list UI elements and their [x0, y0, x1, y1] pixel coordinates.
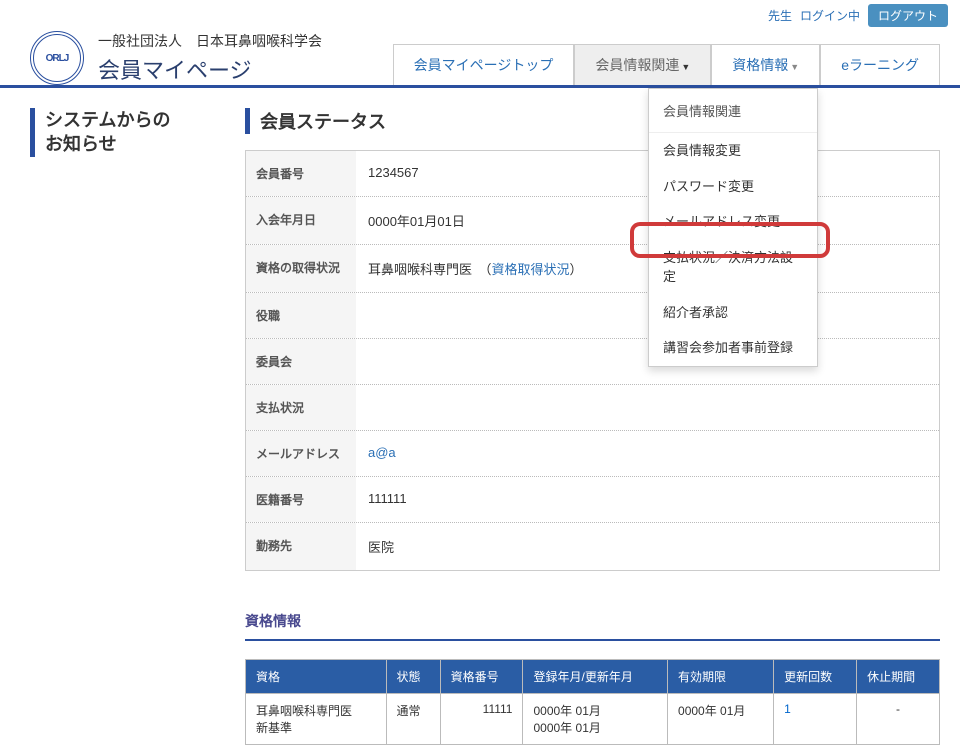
- sidebar-title-line2: お知らせ: [45, 134, 117, 154]
- nav-elearning[interactable]: eラーニング: [820, 44, 940, 85]
- label: 委員会: [246, 339, 356, 384]
- dropdown-item-seminar-register[interactable]: 講習会参加者事前登録: [649, 330, 817, 366]
- dropdown-item-change-info[interactable]: 会員情報変更: [649, 133, 817, 169]
- table-row: 耳鼻咽喉科専門医 新基準 通常 11111 0000年 01月 0000年 01…: [246, 694, 940, 745]
- value: 医院: [356, 523, 939, 570]
- nav-mypage-top[interactable]: 会員マイページトップ: [393, 44, 575, 85]
- value: 111111: [356, 477, 939, 522]
- sidebar-title: システムからの お知らせ: [30, 108, 219, 157]
- dropdown-item-introducer[interactable]: 紹介者承認: [649, 295, 817, 331]
- reg-l1: 0000年 01月: [533, 704, 600, 718]
- th-pause: 休止期間: [857, 660, 940, 694]
- reg-l2: 0000年 01月: [533, 721, 600, 735]
- nav-label: 資格情報: [732, 57, 788, 73]
- row-member-no: 会員番号 1234567: [246, 151, 939, 196]
- td-name: 耳鼻咽喉科専門医 新基準: [246, 694, 387, 745]
- dropdown-item-change-email[interactable]: メールアドレス変更: [649, 204, 817, 240]
- qualification-section: 資格情報 資格 状態 資格番号 登録年月/更新年月 有効期限 更新回数 休止期間: [245, 611, 940, 745]
- nav-label: 会員情報関連: [595, 57, 679, 73]
- td-pause: -: [857, 694, 940, 745]
- th-number: 資格番号: [440, 660, 523, 694]
- nav-qualification[interactable]: 資格情報▼: [711, 44, 820, 85]
- dropdown-item-payment[interactable]: 支払状況／決済方法設定: [649, 240, 817, 295]
- row-committee: 委員会: [246, 338, 939, 384]
- td-renew: 1: [774, 694, 857, 745]
- nav-label: eラーニング: [841, 57, 919, 73]
- row-position: 役職: [246, 292, 939, 338]
- header: ORLJ 一般社団法人 日本耳鼻咽喉科学会 会員マイページ 会員マイページトップ…: [0, 31, 960, 85]
- nav: 会員マイページトップ 会員情報関連▼ 資格情報▼ eラーニング: [393, 44, 940, 85]
- top-bar: 先生 ログイン中 ログアウト: [0, 0, 960, 31]
- label: 会員番号: [246, 151, 356, 196]
- logo-icon: ORLJ: [30, 31, 84, 85]
- th-state: 状態: [386, 660, 440, 694]
- renew-link[interactable]: 1: [784, 702, 791, 716]
- page-title: 会員マイページ: [98, 53, 322, 85]
- label: 勤務先: [246, 523, 356, 570]
- row-join-date: 入会年月日 0000年01月01日: [246, 196, 939, 244]
- th-renew: 更新回数: [774, 660, 857, 694]
- sidebar-title-line1: システムからの: [45, 110, 170, 130]
- label: 資格の取得状況: [246, 245, 356, 292]
- qualification-link[interactable]: 資格取得状況: [492, 262, 570, 277]
- name-l1: 耳鼻咽喉科専門医: [256, 704, 352, 718]
- login-status[interactable]: ログイン中: [800, 7, 860, 24]
- td-state: 通常: [386, 694, 440, 745]
- caret-down-icon: ▼: [790, 62, 799, 72]
- label: 支払状況: [246, 385, 356, 430]
- sidebar: システムからの お知らせ: [0, 88, 237, 745]
- value: [356, 385, 939, 430]
- user-label: 先生: [768, 7, 792, 24]
- dropdown-header: 会員情報関連: [649, 89, 817, 133]
- caret-down-icon: ▼: [681, 62, 690, 72]
- nav-member-info[interactable]: 会員情報関連▼: [574, 44, 711, 85]
- status-title: 会員ステータス: [245, 108, 940, 134]
- email-link[interactable]: a@a: [368, 445, 396, 460]
- td-expiry: 0000年 01月: [668, 694, 774, 745]
- th-expiry: 有効期限: [668, 660, 774, 694]
- name-l2: 新基準: [256, 721, 292, 735]
- th-reg: 登録年月/更新年月: [523, 660, 668, 694]
- label: 医籍番号: [246, 477, 356, 522]
- row-payment: 支払状況: [246, 384, 939, 430]
- logout-button[interactable]: ログアウト: [868, 4, 948, 27]
- row-qualification: 資格の取得状況 耳鼻咽喉科専門医 （資格取得状況）: [246, 244, 939, 292]
- content: 会員情報関連 会員情報変更 パスワード変更 メールアドレス変更 支払状況／決済方…: [0, 88, 960, 745]
- label: メールアドレス: [246, 431, 356, 476]
- row-email: メールアドレス a@a: [246, 430, 939, 476]
- value-suffix: ）: [570, 262, 583, 277]
- value-prefix: 耳鼻咽喉科専門医 （: [368, 262, 492, 277]
- th-name: 資格: [246, 660, 387, 694]
- qualification-title: 資格情報: [245, 611, 940, 641]
- qualification-table: 資格 状態 資格番号 登録年月/更新年月 有効期限 更新回数 休止期間 耳鼻咽喉…: [245, 659, 940, 745]
- status-table: 会員番号 1234567 入会年月日 0000年01月01日 資格の取得状況 耳…: [245, 150, 940, 571]
- title-block: 一般社団法人 日本耳鼻咽喉科学会 会員マイページ: [98, 31, 322, 85]
- label: 入会年月日: [246, 197, 356, 244]
- label: 役職: [246, 293, 356, 338]
- member-info-dropdown: 会員情報関連 会員情報変更 パスワード変更 メールアドレス変更 支払状況／決済方…: [648, 88, 818, 367]
- row-workplace: 勤務先 医院: [246, 522, 939, 570]
- table-header-row: 資格 状態 資格番号 登録年月/更新年月 有効期限 更新回数 休止期間: [246, 660, 940, 694]
- dropdown-item-change-password[interactable]: パスワード変更: [649, 169, 817, 205]
- td-reg: 0000年 01月 0000年 01月: [523, 694, 668, 745]
- nav-label: 会員マイページトップ: [414, 57, 554, 73]
- value: a@a: [356, 431, 939, 476]
- main: 会員ステータス 会員番号 1234567 入会年月日 0000年01月01日 資…: [237, 88, 960, 745]
- td-number: 11111: [440, 694, 523, 745]
- row-doctor-no: 医籍番号 111111: [246, 476, 939, 522]
- org-name: 一般社団法人 日本耳鼻咽喉科学会: [98, 31, 322, 51]
